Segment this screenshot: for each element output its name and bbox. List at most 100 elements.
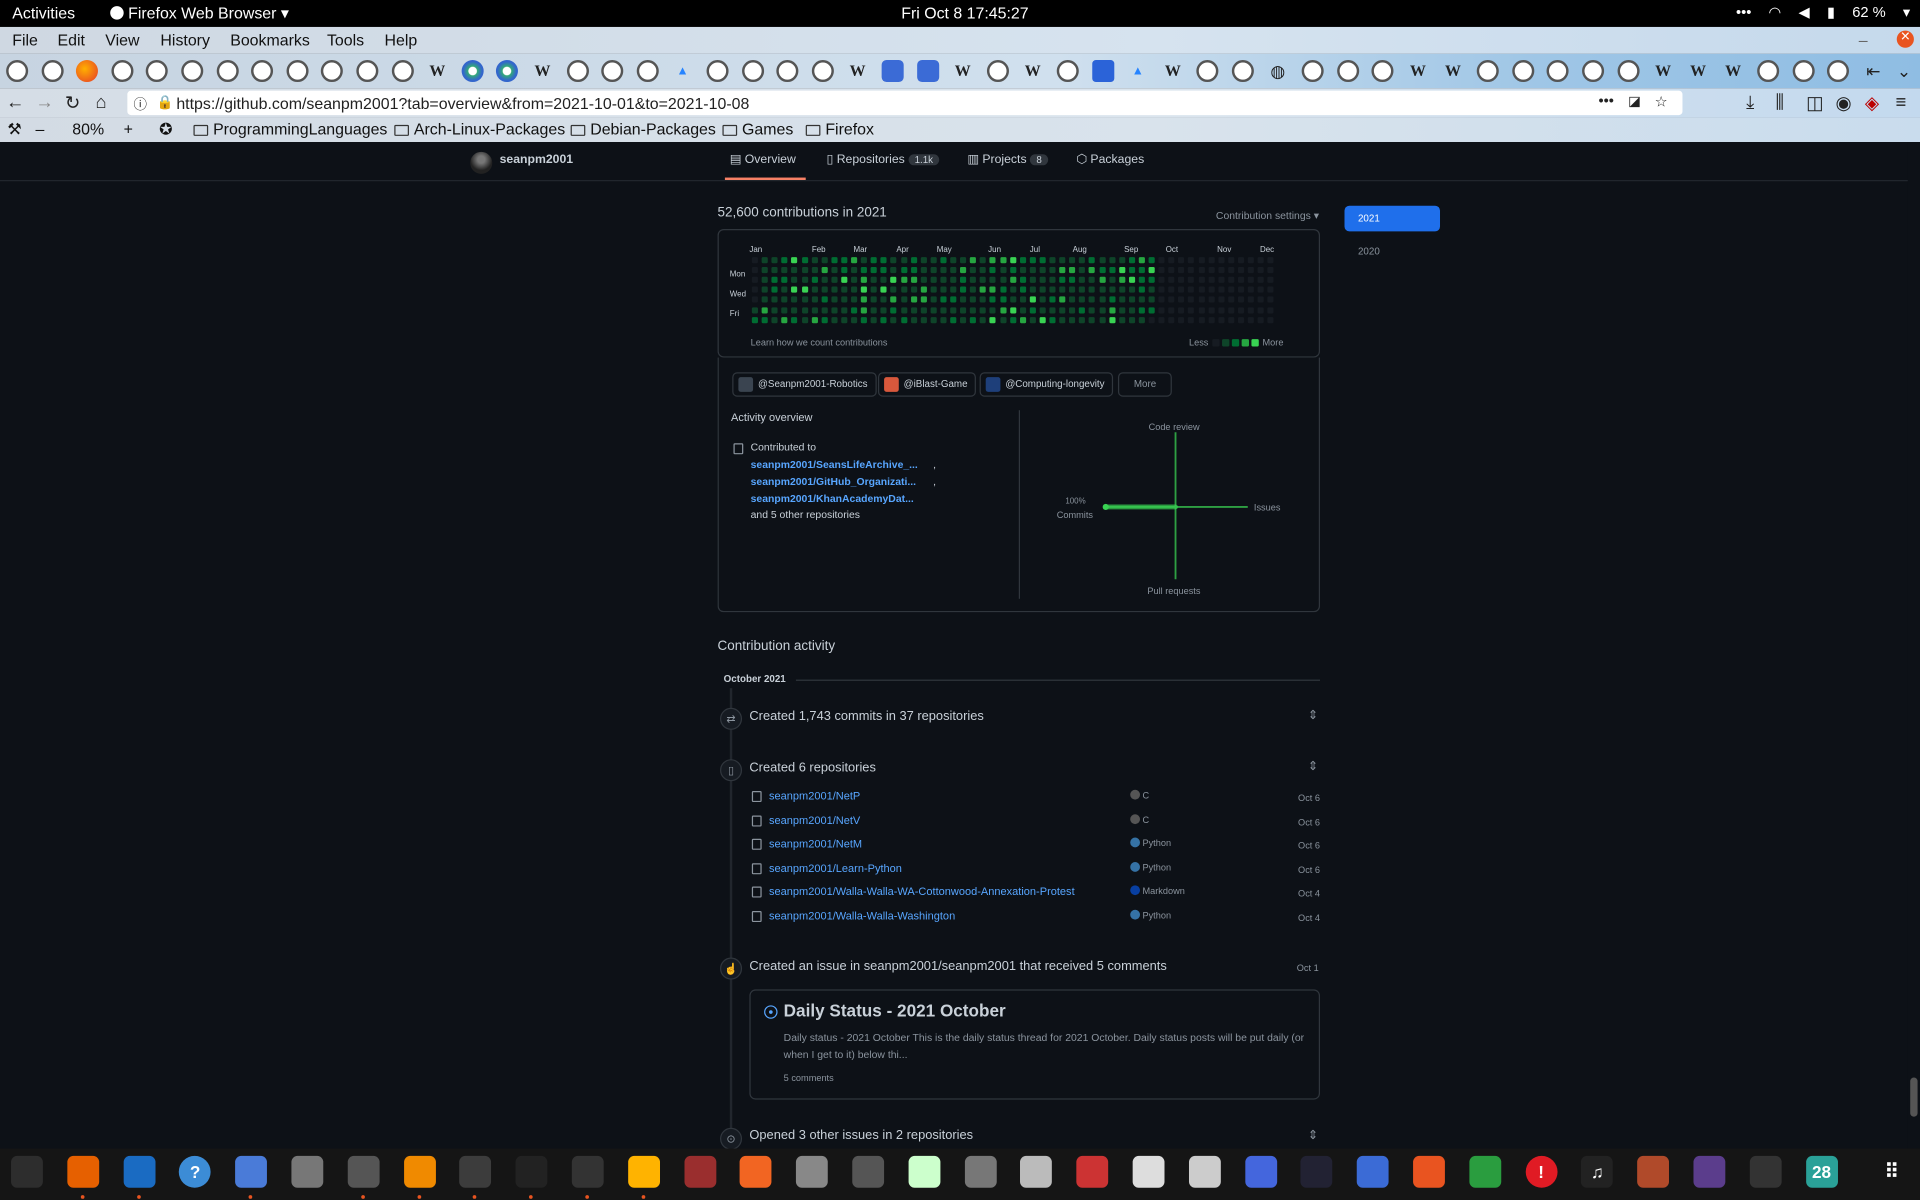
volume-icon[interactable]: ◀ — [1799, 4, 1810, 21]
calendar-day-cell[interactable] — [890, 296, 897, 303]
calendar-day-cell[interactable] — [831, 296, 838, 303]
tab-wikipedia-icon[interactable]: W — [1687, 60, 1709, 82]
calendar-day-cell[interactable] — [761, 316, 768, 323]
repo-link[interactable]: seanpm2001/Walla-Walla-Washington — [769, 910, 955, 922]
calendar-day-cell[interactable] — [870, 267, 877, 274]
calendar-day-cell[interactable] — [1168, 276, 1175, 284]
calendar-day-cell[interactable] — [751, 316, 758, 323]
calendar-day-cell[interactable] — [920, 296, 927, 303]
calendar-day-cell[interactable] — [1079, 316, 1086, 323]
calendar-day-cell[interactable] — [1079, 267, 1086, 274]
calendar-day-cell[interactable] — [831, 276, 838, 284]
issue-title[interactable]: Daily Status - 2021 October — [784, 1000, 1006, 1020]
tab-wikipedia-icon[interactable]: W — [1722, 60, 1744, 82]
calendar-day-cell[interactable] — [900, 306, 907, 313]
calendar-day-cell[interactable] — [1148, 286, 1155, 294]
calendar-day-cell[interactable] — [1128, 306, 1135, 313]
calendar-day-cell[interactable] — [1098, 306, 1106, 313]
calendar-day-cell[interactable] — [1009, 316, 1016, 323]
dock-firefox-icon[interactable] — [67, 1155, 99, 1188]
calendar-day-cell[interactable] — [870, 296, 877, 303]
calendar-day-cell[interactable] — [1198, 267, 1205, 274]
calendar-day-cell[interactable] — [831, 267, 838, 274]
calendar-day-cell[interactable] — [1257, 286, 1264, 294]
dock-notes-icon[interactable] — [235, 1155, 268, 1188]
calendar-day-cell[interactable] — [851, 257, 858, 264]
calendar-day-cell[interactable] — [1069, 316, 1076, 323]
account-icon[interactable]: ◉ — [1836, 92, 1852, 114]
calendar-day-cell[interactable] — [979, 296, 987, 303]
calendar-day-cell[interactable] — [801, 257, 808, 264]
calendar-day-cell[interactable] — [1019, 267, 1026, 274]
calendar-day-cell[interactable] — [860, 316, 868, 323]
calendar-day-cell[interactable] — [940, 267, 947, 274]
calendar-day-cell[interactable] — [771, 257, 778, 264]
calendar-day-cell[interactable] — [781, 296, 788, 303]
tab-wikipedia-icon[interactable]: W — [1442, 60, 1464, 82]
battery-icon[interactable]: ▮ — [1827, 4, 1835, 21]
calendar-day-cell[interactable] — [1069, 286, 1076, 294]
calendar-day-cell[interactable] — [831, 257, 838, 264]
calendar-day-cell[interactable] — [841, 306, 848, 313]
calendar-day-cell[interactable] — [1217, 257, 1225, 264]
tab-github-icon[interactable] — [1301, 60, 1324, 83]
calendar-day-cell[interactable] — [761, 267, 768, 274]
calendar-day-cell[interactable] — [1108, 316, 1116, 323]
calendar-day-cell[interactable] — [1118, 257, 1125, 264]
tab-github-icon[interactable] — [1582, 60, 1605, 83]
tab-github-icon[interactable] — [1512, 60, 1535, 83]
home-icon[interactable]: ⌂ — [96, 92, 107, 113]
menu-dots[interactable]: ••• — [1736, 4, 1751, 21]
calendar-day-cell[interactable] — [1098, 316, 1106, 323]
customize-icon[interactable]: ✪ — [159, 120, 172, 140]
bookmark-star-icon[interactable]: ☆ — [1655, 93, 1668, 110]
tab-wikipedia-icon[interactable]: W — [1162, 60, 1184, 82]
calendar-day-cell[interactable] — [920, 306, 927, 313]
calendar-day-cell[interactable] — [999, 286, 1006, 294]
fold-toggle-icon[interactable]: ⇕ — [1308, 1129, 1318, 1142]
tab-github-icon[interactable] — [1196, 60, 1219, 83]
avatar[interactable] — [470, 151, 493, 174]
tab-github-icon[interactable] — [776, 60, 799, 83]
calendar-day-cell[interactable] — [1009, 286, 1016, 294]
year-2020-button[interactable]: 2020 — [1358, 246, 1380, 257]
calendar-day-cell[interactable] — [1217, 306, 1225, 313]
calendar-day-cell[interactable] — [1089, 276, 1096, 284]
sidebar-icon[interactable]: ◫ — [1806, 92, 1823, 114]
calendar-day-cell[interactable] — [1188, 267, 1195, 274]
calendar-day-cell[interactable] — [1009, 257, 1016, 264]
issue-comments-count[interactable]: 5 comments — [784, 1073, 834, 1084]
calendar-day-cell[interactable] — [1168, 316, 1175, 323]
calendar-day-cell[interactable] — [801, 286, 808, 294]
calendar-day-cell[interactable] — [771, 267, 778, 274]
calendar-day-cell[interactable] — [1009, 306, 1016, 313]
calendar-day-cell[interactable] — [791, 257, 798, 264]
calendar-day-cell[interactable] — [970, 296, 977, 303]
calendar-day-cell[interactable] — [1148, 316, 1155, 323]
tab-github-icon[interactable] — [741, 60, 764, 83]
fold-toggle-icon[interactable]: ⇕ — [1308, 760, 1318, 773]
calendar-day-cell[interactable] — [1098, 257, 1106, 264]
scrollbar-thumb[interactable] — [1910, 1077, 1918, 1117]
calendar-day-cell[interactable] — [1168, 296, 1175, 303]
calendar-day-cell[interactable] — [1029, 257, 1036, 264]
calendar-day-cell[interactable] — [870, 306, 877, 313]
calendar-day-cell[interactable] — [970, 286, 977, 294]
dock-archive-icon[interactable] — [1076, 1155, 1109, 1188]
calendar-day-cell[interactable] — [791, 276, 798, 284]
calendar-day-cell[interactable] — [1227, 267, 1235, 274]
calendar-day-cell[interactable] — [821, 276, 828, 284]
calendar-day-cell[interactable] — [960, 296, 967, 303]
tab-firefox-icon[interactable] — [76, 60, 99, 83]
calendar-day-cell[interactable] — [1267, 296, 1274, 303]
calendar-day-cell[interactable] — [960, 306, 967, 313]
calendar-day-cell[interactable] — [851, 316, 858, 323]
dock-music-icon[interactable]: ♫ — [1581, 1155, 1614, 1188]
calendar-day-cell[interactable] — [1128, 276, 1135, 284]
calendar-day-cell[interactable] — [860, 276, 868, 284]
activities-button[interactable]: Activities — [12, 4, 75, 22]
calendar-day-cell[interactable] — [1198, 286, 1205, 294]
calendar-day-cell[interactable] — [1079, 286, 1086, 294]
calendar-day-cell[interactable] — [791, 267, 798, 274]
calendar-day-cell[interactable] — [989, 306, 996, 313]
